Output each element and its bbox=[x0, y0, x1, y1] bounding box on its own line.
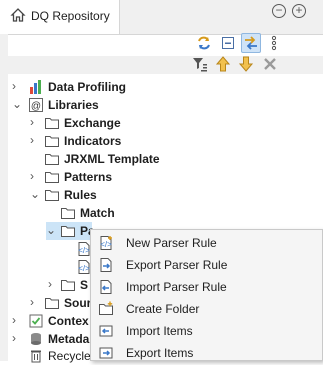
tree-label: Indicators bbox=[64, 134, 122, 148]
svg-text:</>: </> bbox=[100, 240, 112, 249]
tree-label: Libraries bbox=[48, 98, 99, 112]
folder-icon bbox=[61, 280, 75, 291]
menu-item-label: Export Items bbox=[126, 346, 194, 360]
menu-item-import-items[interactable]: Import Items bbox=[91, 320, 322, 342]
chevron-right-icon[interactable]: › bbox=[48, 277, 58, 291]
folder-icon bbox=[45, 154, 59, 165]
tree-label: Recycle bbox=[48, 349, 91, 363]
tree-label: Match bbox=[80, 206, 115, 220]
dq-repository-tab[interactable]: DQ Repository bbox=[0, 0, 120, 34]
folder-icon bbox=[45, 136, 59, 147]
data-profiling-icon bbox=[30, 80, 41, 94]
svg-text:</>: </> bbox=[78, 246, 90, 255]
menu-item-import-parser-rule[interactable]: Import Parser Rule bbox=[91, 276, 322, 298]
chevron-down-icon[interactable]: ⌄ bbox=[12, 97, 22, 111]
chevron-right-icon[interactable]: › bbox=[12, 79, 22, 93]
create-folder-icon bbox=[99, 301, 113, 315]
libraries-icon: @ bbox=[29, 98, 43, 112]
folder-icon bbox=[45, 298, 59, 309]
tree-label: Exchange bbox=[64, 116, 121, 130]
collapse-all-icon[interactable] bbox=[220, 35, 236, 51]
export-parser-rule-icon bbox=[100, 258, 112, 272]
chevron-right-icon[interactable]: › bbox=[12, 331, 22, 345]
chevron-down-icon[interactable]: ⌄ bbox=[46, 223, 56, 237]
chevron-down-icon[interactable]: ⌄ bbox=[30, 187, 40, 201]
move-up-icon[interactable] bbox=[215, 56, 231, 72]
chevron-right-icon[interactable]: › bbox=[30, 133, 40, 147]
menu-item-label: Create Folder bbox=[126, 302, 200, 316]
chevron-right-icon[interactable]: › bbox=[30, 295, 40, 309]
folder-icon bbox=[61, 208, 75, 219]
contexts-icon bbox=[29, 314, 43, 328]
menu-item-create-folder[interactable]: Create Folder bbox=[91, 298, 322, 320]
view-left-border bbox=[0, 34, 8, 361]
move-down-icon[interactable] bbox=[238, 56, 254, 72]
metadata-icon bbox=[31, 333, 41, 345]
tree-label: Data Profiling bbox=[48, 80, 127, 94]
menu-item-label: Import Items bbox=[126, 324, 193, 338]
chevron-right-icon[interactable]: › bbox=[12, 313, 22, 327]
link-with-editor-icon[interactable] bbox=[241, 33, 261, 53]
tree-label: Rules bbox=[64, 188, 97, 202]
tree-label: JRXML Template bbox=[64, 152, 160, 166]
svg-text:</>: </> bbox=[78, 264, 90, 273]
filter-icon[interactable] bbox=[192, 56, 208, 72]
tab-title: DQ Repository bbox=[31, 9, 110, 23]
minimize-icon[interactable]: − bbox=[272, 4, 286, 18]
chevron-right-icon[interactable]: › bbox=[30, 115, 40, 129]
folder-icon bbox=[61, 226, 75, 237]
chevron-right-icon[interactable]: › bbox=[30, 169, 40, 183]
folder-icon bbox=[45, 172, 59, 183]
menu-item-export-parser-rule[interactable]: Export Parser Rule bbox=[91, 254, 322, 276]
tree-label: S bbox=[80, 278, 89, 292]
tree-label: Patterns bbox=[64, 170, 113, 184]
folder-icon bbox=[45, 190, 59, 201]
tree-label: Metada bbox=[48, 332, 90, 346]
recycle-bin-icon bbox=[31, 350, 41, 363]
tree-label: Contex bbox=[48, 314, 89, 328]
context-menu: </> New Parser Rule Export Parser Rule I… bbox=[90, 229, 323, 361]
menu-item-label: Export Parser Rule bbox=[126, 258, 228, 272]
new-parser-rule-icon: </> bbox=[100, 236, 112, 250]
tree-label: Sour bbox=[64, 296, 92, 310]
import-items-icon bbox=[99, 325, 113, 337]
sync-icon[interactable] bbox=[196, 35, 212, 51]
import-parser-rule-icon bbox=[100, 280, 112, 294]
repository-home-icon bbox=[10, 8, 26, 22]
view-menu-icon[interactable] bbox=[266, 35, 282, 51]
maximize-icon[interactable]: + bbox=[292, 4, 306, 18]
export-items-icon bbox=[99, 347, 113, 359]
menu-item-label: Import Parser Rule bbox=[126, 280, 227, 294]
tree-item-parser[interactable]: ⌄ Pa bbox=[46, 222, 95, 240]
folder-icon bbox=[45, 118, 59, 129]
menu-item-new-parser-rule[interactable]: </> New Parser Rule bbox=[91, 232, 322, 254]
svg-text:@: @ bbox=[31, 101, 41, 112]
clear-icon[interactable] bbox=[262, 56, 278, 72]
menu-item-label: New Parser Rule bbox=[126, 236, 217, 250]
